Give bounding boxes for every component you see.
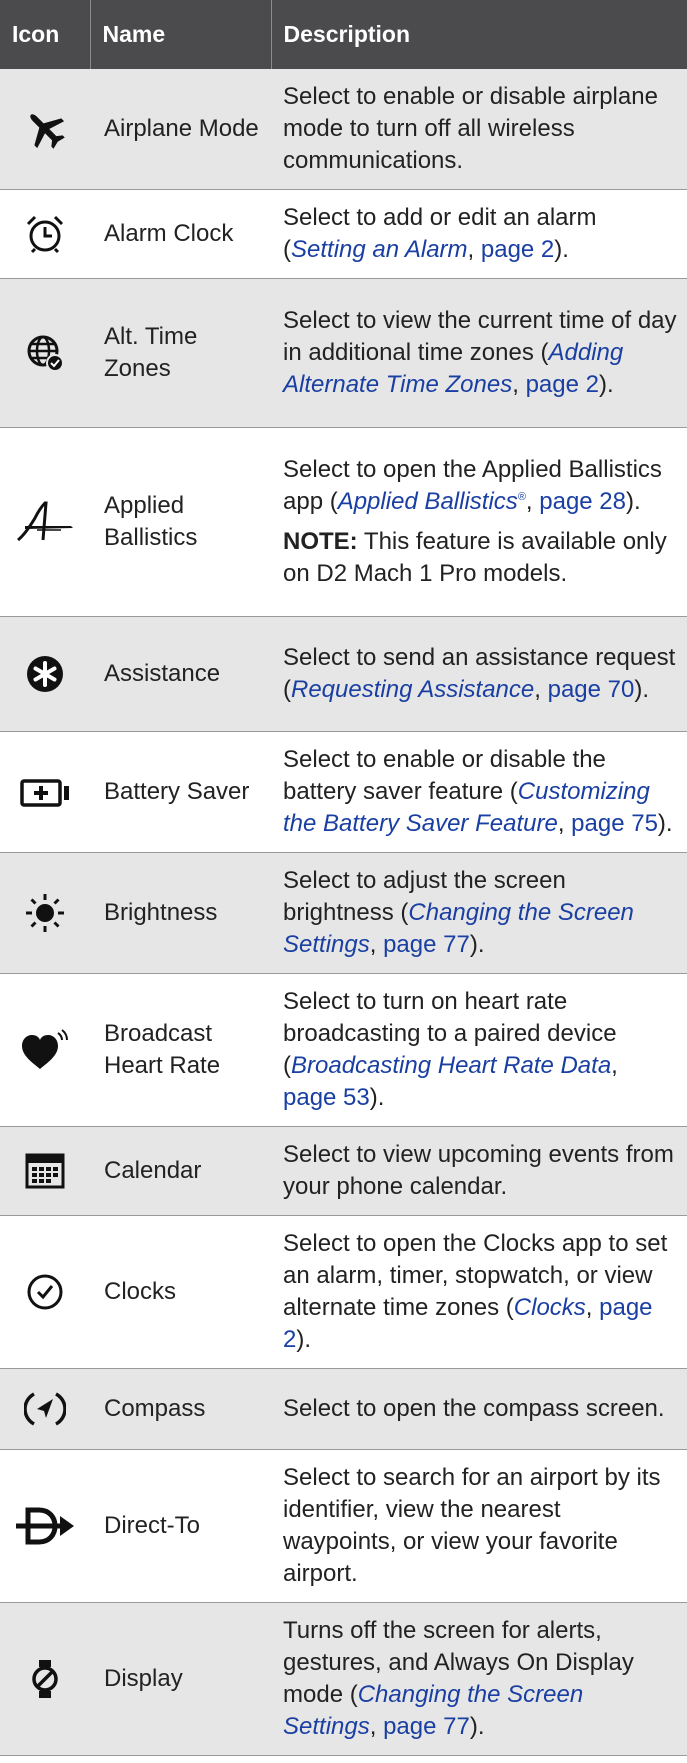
row-name: Display — [90, 1602, 271, 1756]
row-name: Broadcast Heart Rate — [90, 973, 271, 1127]
header-name: Name — [89, 0, 271, 69]
page-reference[interactable]: page 2 — [526, 371, 599, 398]
icon-cell — [0, 189, 90, 279]
table-row: Compass Select to open the compass scree… — [0, 1368, 687, 1450]
table-row: Broadcast Heart Rate Select to turn on h… — [0, 973, 687, 1127]
icon-cell — [0, 973, 90, 1127]
controls-table: Icon Name Description Airplane Mode Sele… — [0, 0, 687, 1756]
icon-cell — [0, 69, 90, 190]
icon-cell — [0, 1215, 90, 1369]
row-name: Alarm Clock — [90, 189, 271, 279]
icon-cell — [0, 1126, 90, 1216]
row-description: Select to adjust the screen brightness (… — [271, 852, 687, 974]
page-reference[interactable]: page 28 — [539, 488, 626, 515]
asterisk-circle-icon — [27, 656, 63, 692]
watch-off-icon — [32, 1660, 58, 1698]
row-description: Select to enable or disable airplane mod… — [271, 69, 687, 190]
globe-clock-icon — [27, 335, 64, 372]
sun-icon — [26, 894, 64, 932]
table-row: Display Turns off the screen for alerts,… — [0, 1602, 687, 1756]
table-row: Applied Ballistics Select to open the Ap… — [0, 427, 687, 617]
row-name: Battery Saver — [90, 731, 271, 853]
icon-cell — [0, 852, 90, 974]
row-description: Select to open the Clocks app to set an … — [271, 1215, 687, 1369]
row-description: Turns off the screen for alerts, gesture… — [271, 1602, 687, 1756]
table-header: Icon Name Description — [0, 0, 687, 69]
page-reference[interactable]: page 53 — [283, 1084, 370, 1111]
icon-cell — [0, 1449, 90, 1603]
row-description: Select to open the Applied Ballistics ap… — [271, 427, 687, 617]
row-name: Assistance — [90, 616, 271, 732]
note-label: NOTE: — [283, 528, 358, 555]
applied-ballistics-icon — [17, 501, 73, 542]
table-row: Clocks Select to open the Clocks app to … — [0, 1215, 687, 1369]
alarm-clock-icon — [26, 215, 64, 254]
table-row: Direct-To Select to search for an airpor… — [0, 1449, 687, 1603]
row-description: Select to search for an airport by its i… — [271, 1449, 687, 1603]
compass-icon — [24, 1392, 66, 1426]
table-row: Alarm Clock Select to add or edit an ala… — [0, 189, 687, 279]
row-name: Compass — [90, 1368, 271, 1450]
row-description: Select to enable or disable the battery … — [271, 731, 687, 853]
battery-plus-icon — [20, 778, 69, 807]
row-description: Select to turn on heart rate broadcastin… — [271, 973, 687, 1127]
row-description: Select to open the compass screen. — [271, 1368, 687, 1450]
direct-to-icon — [16, 1507, 74, 1545]
icon-cell — [0, 278, 90, 428]
icon-cell — [0, 616, 90, 732]
note: NOTE: This feature is available only on … — [283, 526, 677, 590]
header-icon: Icon — [0, 0, 90, 69]
page-reference[interactable]: page 75 — [571, 810, 658, 837]
airplane-icon — [30, 114, 65, 149]
table-row: Brightness Select to adjust the screen b… — [0, 852, 687, 974]
icon-cell — [0, 1602, 90, 1756]
table-row: Alt. Time Zones Select to view the curre… — [0, 278, 687, 428]
registered-mark: ® — [517, 491, 526, 503]
row-name: Clocks — [90, 1215, 271, 1369]
reference-link[interactable]: Applied Ballistics — [338, 488, 518, 515]
reference-link[interactable]: Clocks — [514, 1294, 586, 1321]
row-name: Direct-To — [90, 1449, 271, 1603]
table-row: Assistance Select to send an assistance … — [0, 616, 687, 732]
calendar-icon — [25, 1153, 65, 1189]
row-description: Select to view upcoming events from your… — [271, 1126, 687, 1216]
reference-link[interactable]: Requesting Assistance — [291, 676, 534, 703]
page-reference[interactable]: page 2 — [481, 236, 554, 263]
row-name: Calendar — [90, 1126, 271, 1216]
reference-link[interactable]: Broadcasting Heart Rate Data — [291, 1052, 611, 1079]
row-description: Select to send an assistance request (Re… — [271, 616, 687, 732]
header-row: Icon Name Description — [0, 0, 687, 69]
header-description: Description — [270, 0, 687, 69]
page-reference[interactable]: page 70 — [548, 676, 635, 703]
icon-cell — [0, 427, 90, 617]
heart-broadcast-icon — [22, 1029, 68, 1069]
table-row: Calendar Select to view upcoming events … — [0, 1126, 687, 1216]
clock-check-icon — [27, 1274, 63, 1310]
icon-cell — [0, 731, 90, 853]
page-reference[interactable]: page 77 — [383, 1713, 470, 1740]
row-name: Alt. Time Zones — [90, 278, 271, 428]
page-reference[interactable]: page 77 — [383, 931, 470, 958]
row-name: Applied Ballistics — [90, 427, 271, 617]
icon-cell — [0, 1368, 90, 1450]
row-description: Select to add or edit an alarm (Setting … — [271, 189, 687, 279]
row-description: Select to view the current time of day i… — [271, 278, 687, 428]
row-name: Brightness — [90, 852, 271, 974]
row-name: Airplane Mode — [90, 69, 271, 190]
table-row: Airplane Mode Select to enable or disabl… — [0, 69, 687, 190]
table-row: Battery Saver Select to enable or disabl… — [0, 731, 687, 853]
reference-link[interactable]: Setting an Alarm — [291, 236, 468, 263]
